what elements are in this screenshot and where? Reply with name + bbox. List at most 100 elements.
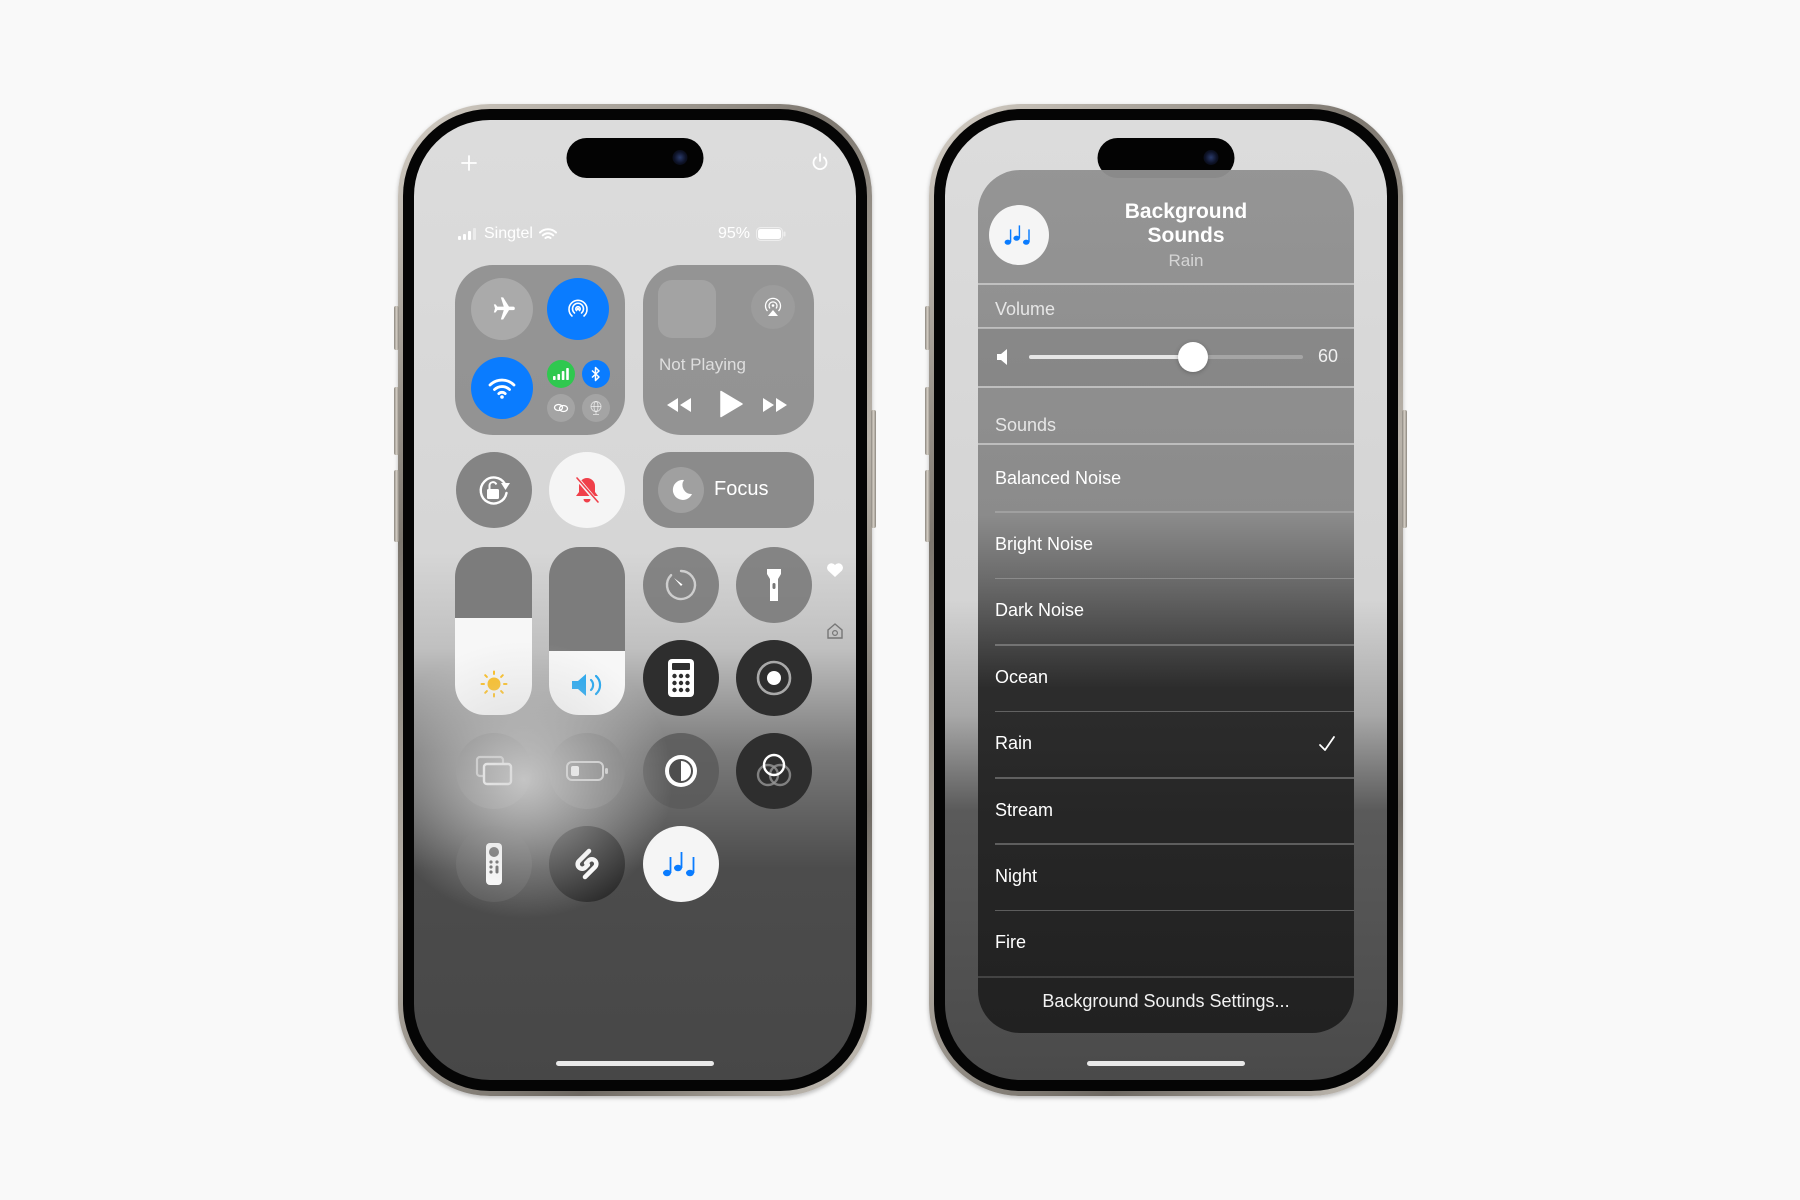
side-button[interactable] [1402, 410, 1407, 528]
home-icon [827, 623, 843, 639]
sound-option-label: Ocean [995, 666, 1049, 687]
next-track-button[interactable] [761, 396, 789, 419]
fast-forward-icon [763, 398, 787, 412]
brightness-slider[interactable] [455, 547, 532, 715]
volume-slider[interactable] [549, 547, 625, 715]
sound-option-label: Stream [995, 799, 1054, 820]
wifi-toggle[interactable] [471, 357, 533, 419]
screen-mirroring-button[interactable] [456, 733, 532, 809]
rewind-icon [667, 398, 691, 412]
timer-icon [665, 569, 697, 601]
music-notes-icon [663, 852, 695, 877]
side-button[interactable] [871, 410, 876, 528]
background-sounds-panel: Background Sounds Rain Volume 60 Sounds … [978, 170, 1354, 1033]
sound-option[interactable]: Night [995, 843, 1354, 909]
sound-option-label: Bright Noise [995, 533, 1094, 554]
sound-option[interactable]: Dark Noise [995, 578, 1354, 644]
bell-slash-icon [574, 475, 600, 505]
low-power-mode-button[interactable] [549, 733, 625, 809]
previous-track-button[interactable] [665, 396, 693, 419]
airplane-mode-toggle[interactable] [471, 278, 533, 340]
power-button[interactable] [810, 152, 830, 177]
volume-down-button[interactable] [394, 470, 399, 542]
battery-icon [756, 227, 786, 241]
moon-icon [672, 479, 692, 500]
dynamic-island [566, 138, 704, 178]
background-sounds-button[interactable] [643, 826, 719, 902]
volume-down-button[interactable] [925, 470, 930, 542]
favorites-page-indicator[interactable] [826, 562, 844, 583]
sound-option-label: Rain [995, 733, 1033, 754]
volume-row: 60 [978, 328, 1354, 386]
phone-control-center: Singtel 95% Not Playing Focus [394, 104, 876, 1096]
shazam-icon [575, 848, 599, 880]
sound-option[interactable]: Stream [995, 777, 1354, 843]
timer-button[interactable] [643, 547, 719, 623]
play-button[interactable] [719, 390, 743, 423]
airplay-button[interactable] [751, 285, 795, 329]
home-page-indicator[interactable] [826, 622, 844, 645]
power-icon [812, 153, 828, 171]
home-indicator[interactable] [1087, 1061, 1245, 1066]
signal-icon [458, 228, 476, 240]
volume-slider-thumb[interactable] [1178, 342, 1209, 372]
add-control-button[interactable] [460, 154, 478, 177]
bluetooth-toggle[interactable] [582, 360, 610, 388]
now-playing-tile[interactable]: Not Playing [643, 265, 814, 435]
focus-button[interactable]: Focus [643, 452, 814, 528]
bluetooth-icon [591, 366, 600, 382]
orientation-lock-toggle[interactable] [456, 452, 532, 528]
wifi-icon [488, 378, 516, 399]
front-camera [1203, 150, 1219, 165]
screen: Singtel 95% Not Playing Focus [414, 120, 856, 1080]
volume-slider[interactable] [1029, 342, 1303, 372]
connectivity-tile [455, 265, 625, 435]
checkmark-icon [1319, 735, 1335, 751]
footer-divider [978, 976, 1354, 978]
sound-option[interactable]: Ocean [995, 644, 1354, 710]
background-sounds-settings-link[interactable]: Background Sounds Settings... [978, 991, 1354, 1012]
sound-option[interactable]: Bright Noise [995, 511, 1354, 577]
play-icon [720, 390, 743, 418]
panel-title: Background Sounds [1124, 200, 1248, 247]
apple-tv-remote-button[interactable] [456, 826, 532, 902]
calculator-button[interactable] [643, 640, 719, 716]
front-camera [672, 150, 688, 165]
flashlight-button[interactable] [736, 547, 812, 623]
sound-option[interactable]: Rain [995, 711, 1354, 777]
action-button[interactable] [394, 306, 399, 350]
shazam-button[interactable] [549, 826, 625, 902]
screen-mirroring-icon [475, 755, 513, 786]
dark-mode-button[interactable] [643, 733, 719, 809]
remote-icon [486, 843, 502, 885]
airplay-icon [764, 297, 782, 316]
screen-recording-button[interactable] [736, 640, 812, 716]
screen: Background Sounds Rain Volume 60 Sounds … [945, 120, 1387, 1080]
speaker-icon [572, 674, 602, 696]
sun-icon [480, 670, 507, 698]
personal-hotspot-toggle[interactable] [547, 394, 575, 422]
volume-up-button[interactable] [394, 387, 399, 455]
silent-mode-toggle[interactable] [549, 452, 625, 528]
panel-subtitle: Rain [1168, 251, 1204, 270]
vpn-toggle[interactable] [582, 394, 610, 422]
divider [978, 386, 1354, 388]
sound-option[interactable]: Fire [995, 910, 1354, 976]
carrier-name: Singtel [484, 225, 533, 242]
globe-icon [590, 401, 602, 415]
flashlight-icon [767, 569, 781, 601]
sound-option[interactable]: Balanced Noise [995, 445, 1354, 511]
sound-option-label: Dark Noise [995, 600, 1085, 621]
color-filters-button[interactable] [736, 733, 812, 809]
brightness-level [455, 617, 532, 715]
color-filters-icon [756, 753, 792, 787]
heart-icon [827, 563, 843, 577]
volume-up-button[interactable] [925, 387, 930, 455]
airdrop-toggle[interactable] [547, 278, 609, 340]
background-sounds-toggle[interactable] [989, 205, 1049, 265]
action-button[interactable] [925, 306, 930, 350]
home-indicator[interactable] [556, 1061, 714, 1066]
cellular-toggle[interactable] [547, 360, 575, 388]
rotation-lock-icon [479, 476, 510, 505]
status-bar: Singtel [458, 225, 557, 243]
